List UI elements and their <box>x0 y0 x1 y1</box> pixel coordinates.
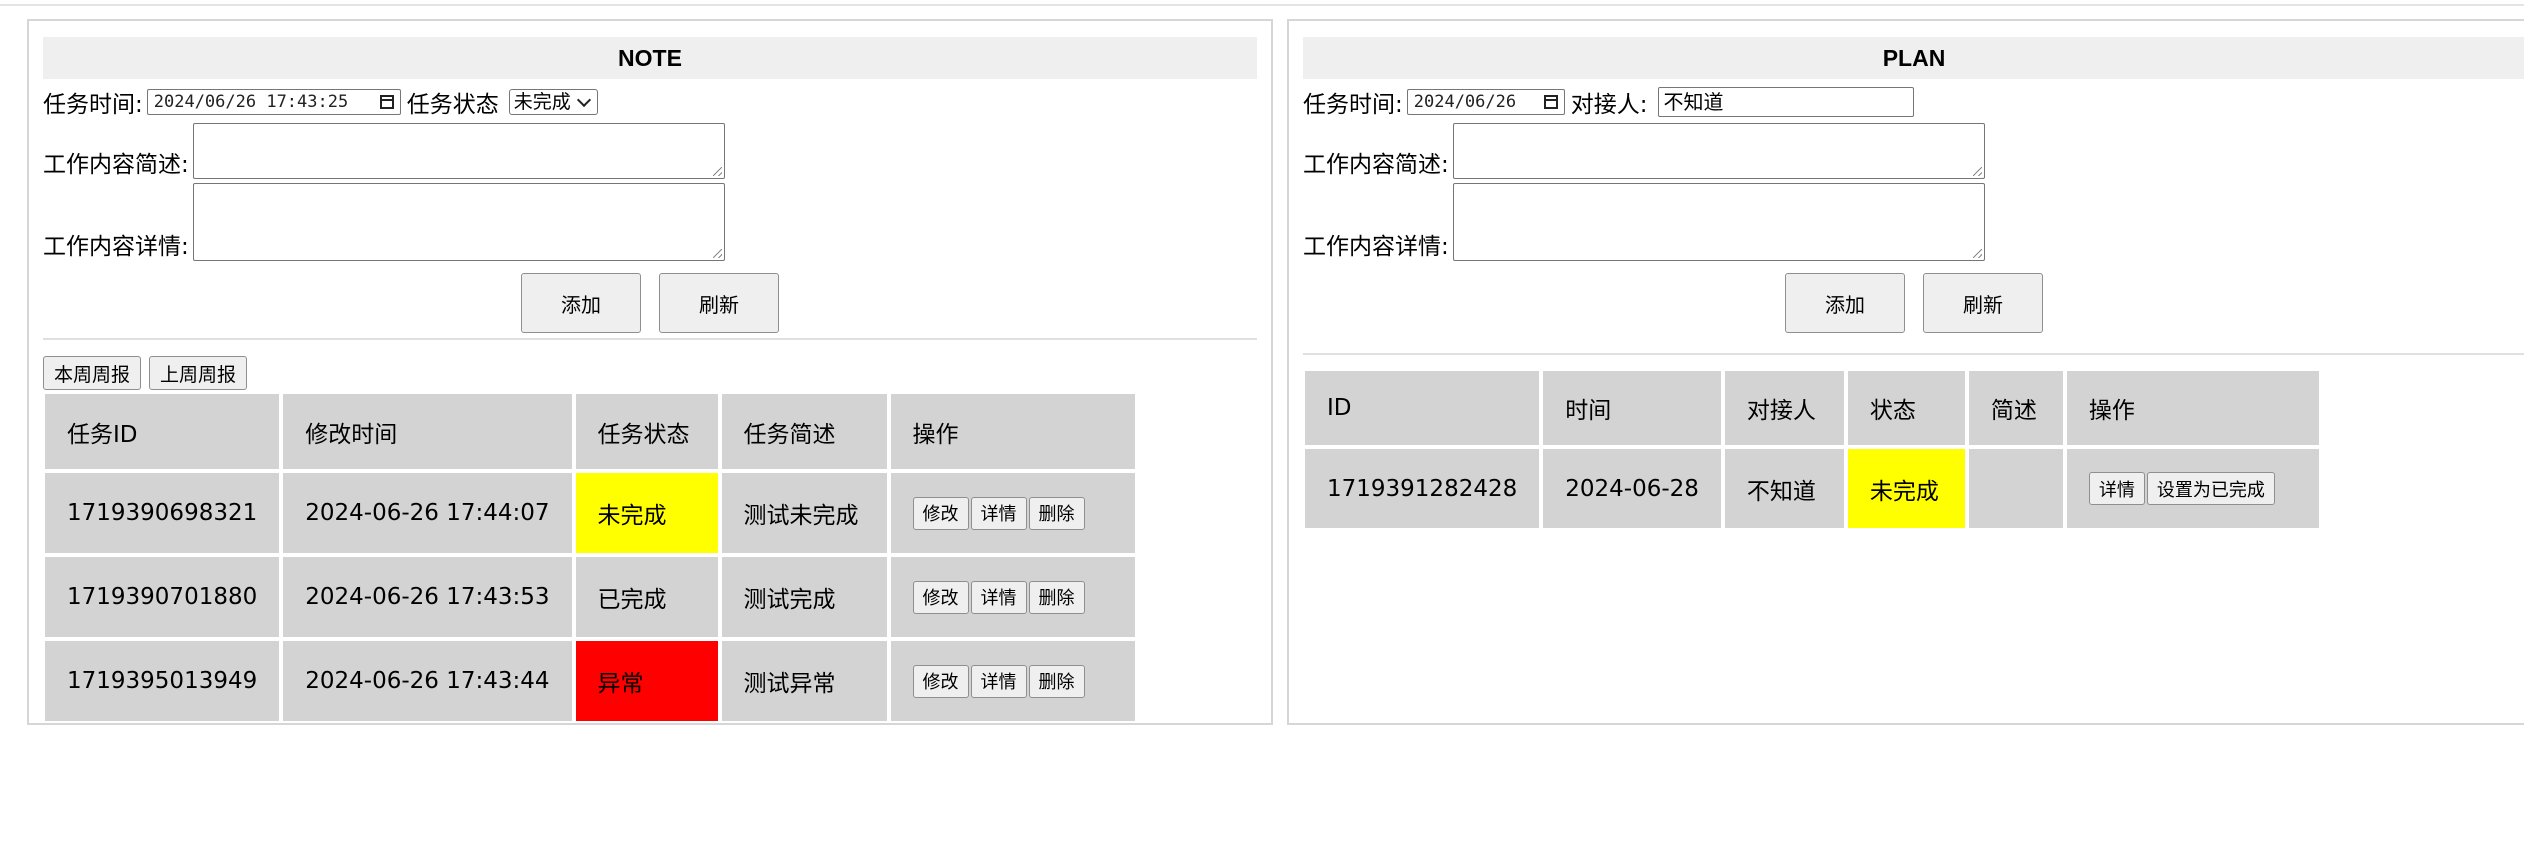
chevron-down-icon <box>576 92 591 107</box>
table-row: 1719390698321 2024-06-26 17:44:07 未完成 测试… <box>45 473 1135 553</box>
cell-task-brief: 测试异常 <box>721 641 887 721</box>
cell-actions: 详情 设置为已完成 <box>2066 449 2319 528</box>
note-brief-textarea[interactable] <box>192 123 725 179</box>
table-row: 1719390701880 2024-06-26 17:43:53 已完成 测试… <box>45 557 1135 637</box>
header-modified-time: 修改时间 <box>283 394 572 469</box>
edit-button[interactable]: 修改 <box>912 580 969 614</box>
table-row: 1719391282428 2024-06-28 不知道 未完成 详情 设置为已… <box>1305 449 2319 528</box>
note-table: 任务ID 修改时间 任务状态 任务简述 操作 1719390698321 202… <box>41 390 1139 725</box>
cell-time: 2024-06-28 <box>1543 449 1721 528</box>
this-week-report-button[interactable]: 本周周报 <box>43 356 142 390</box>
plan-task-time-input[interactable]: 2024/06/26 <box>1406 89 1565 115</box>
plan-task-time-value: 2024/06/26 <box>1413 92 1517 112</box>
note-add-button[interactable]: 添加 <box>521 273 641 333</box>
cell-actions: 修改 详情 删除 <box>890 641 1135 721</box>
note-detail-label: 工作内容详情: <box>43 234 189 260</box>
note-title: NOTE <box>43 37 1257 79</box>
note-task-time-input[interactable]: 2024/06/26 17:43:25 <box>146 89 401 115</box>
detail-button[interactable]: 详情 <box>970 580 1027 614</box>
delete-button[interactable]: 删除 <box>1028 580 1085 614</box>
header-actions: 操作 <box>890 394 1135 469</box>
cell-brief <box>1968 449 2063 528</box>
detail-button[interactable]: 详情 <box>970 664 1027 698</box>
note-refresh-button[interactable]: 刷新 <box>659 273 779 333</box>
last-week-report-button[interactable]: 上周周报 <box>149 356 248 390</box>
cell-task-status: 异常 <box>575 641 718 721</box>
cell-task-status: 未完成 <box>575 473 718 553</box>
cell-task-id: 1719395013949 <box>45 641 280 721</box>
note-panel: NOTE 任务时间: 2024/06/26 17:43:25 任务状态 未完成 … <box>27 19 1273 725</box>
edit-button[interactable]: 修改 <box>912 496 969 530</box>
edit-button[interactable]: 修改 <box>912 664 969 698</box>
header-task-status: 任务状态 <box>575 394 718 469</box>
plan-contact-input[interactable]: 不知道 <box>1657 87 1914 117</box>
table-header-row: ID 时间 对接人 状态 简述 操作 <box>1305 371 2319 445</box>
cell-task-status: 已完成 <box>575 557 718 637</box>
plan-detail-textarea[interactable] <box>1452 183 1985 261</box>
header-actions: 操作 <box>2066 371 2319 445</box>
cell-status: 未完成 <box>1847 449 1965 528</box>
plan-add-button[interactable]: 添加 <box>1785 273 1905 333</box>
cell-task-id: 1719390701880 <box>45 557 280 637</box>
header-status: 状态 <box>1847 371 1965 445</box>
note-task-status-select[interactable]: 未完成 <box>508 89 598 115</box>
note-task-status-value: 未完成 <box>513 91 571 113</box>
plan-contact-label: 对接人: <box>1570 92 1648 118</box>
detail-button[interactable]: 详情 <box>2088 472 2145 505</box>
cell-actions: 修改 详情 删除 <box>890 557 1135 637</box>
note-task-time-value: 2024/06/26 17:43:25 <box>153 92 349 112</box>
plan-title: PLAN <box>1303 37 2524 79</box>
header-task-id: 任务ID <box>45 394 280 469</box>
delete-button[interactable]: 删除 <box>1028 496 1085 530</box>
plan-panel: PLAN 任务时间: 2024/06/26 对接人: 不知道 工作内容简述: 工… <box>1287 19 2524 725</box>
top-divider <box>0 4 2524 6</box>
header-task-brief: 任务简述 <box>721 394 887 469</box>
plan-task-time-label: 任务时间: <box>1303 92 1403 118</box>
calendar-icon[interactable] <box>1543 95 1558 109</box>
cell-task-brief: 测试未完成 <box>721 473 887 553</box>
table-header-row: 任务ID 修改时间 任务状态 任务简述 操作 <box>45 394 1135 469</box>
note-task-status-label: 任务状态 <box>406 92 499 118</box>
header-time: 时间 <box>1543 371 1721 445</box>
note-divider <box>43 338 1257 340</box>
plan-brief-textarea[interactable] <box>1452 123 1985 179</box>
plan-refresh-button[interactable]: 刷新 <box>1923 273 2043 333</box>
calendar-icon[interactable] <box>379 95 394 109</box>
delete-button[interactable]: 删除 <box>1028 664 1085 698</box>
plan-detail-label: 工作内容详情: <box>1303 234 1449 260</box>
cell-modified-time: 2024-06-26 17:44:07 <box>283 473 572 553</box>
cell-task-brief: 测试完成 <box>721 557 887 637</box>
header-contact: 对接人 <box>1724 371 1844 445</box>
cell-id: 1719391282428 <box>1305 449 1540 528</box>
cell-modified-time: 2024-06-26 17:43:44 <box>283 641 572 721</box>
set-done-button[interactable]: 设置为已完成 <box>2146 472 2275 505</box>
header-brief: 简述 <box>1968 371 2063 445</box>
plan-table: ID 时间 对接人 状态 简述 操作 1719391282428 2024-06… <box>1301 367 2323 532</box>
detail-button[interactable]: 详情 <box>970 496 1027 530</box>
cell-actions: 修改 详情 删除 <box>890 473 1135 553</box>
note-brief-label: 工作内容简述: <box>43 152 189 178</box>
plan-divider <box>1303 353 2524 355</box>
note-task-time-label: 任务时间: <box>43 92 143 118</box>
cell-modified-time: 2024-06-26 17:43:53 <box>283 557 572 637</box>
plan-brief-label: 工作内容简述: <box>1303 152 1449 178</box>
cell-task-id: 1719390698321 <box>45 473 280 553</box>
header-id: ID <box>1305 371 1540 445</box>
note-detail-textarea[interactable] <box>192 183 725 261</box>
table-row: 1719395013949 2024-06-26 17:43:44 异常 测试异… <box>45 641 1135 721</box>
cell-contact: 不知道 <box>1724 449 1844 528</box>
